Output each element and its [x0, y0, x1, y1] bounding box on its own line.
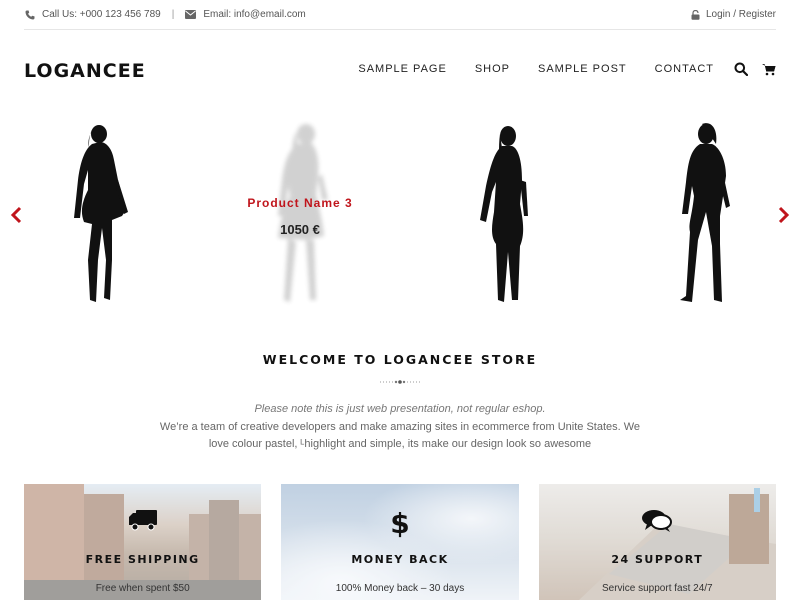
feature-subtitle: 100% Money back – 30 days: [335, 583, 465, 594]
feature-money-back[interactable]: $ MONEY BACK 100% Money back – 30 days: [281, 484, 519, 600]
welcome-description: We’re a team of creative developers and …: [159, 421, 641, 450]
product-image-4[interactable]: [472, 120, 542, 305]
nav-sample-post[interactable]: SAMPLE POST: [538, 63, 627, 75]
main-nav: SAMPLE PAGE SHOP SAMPLE POST CONTACT: [330, 62, 776, 76]
feature-24-support[interactable]: 24 SUPPORT Service support fast 24/7: [538, 484, 776, 600]
product-price: 1050 €: [280, 222, 320, 237]
product-info: Product Name 3 1050 €: [200, 196, 400, 237]
product-slider: Product Name 3 1050 €: [0, 110, 800, 320]
phone-info: Call Us: +000 123 456 789: [24, 9, 161, 20]
lock-icon: [690, 9, 701, 20]
login-text: Login / Register: [705, 9, 776, 20]
nav-shop[interactable]: SHOP: [475, 63, 510, 75]
features-row: FREE SHIPPING Free when spent $50 $ MONE…: [24, 484, 776, 600]
phone-text: Call Us: +000 123 456 789: [42, 9, 161, 20]
slider-next-arrow-icon[interactable]: [776, 206, 790, 224]
welcome-section: WELCOME TO LOGANCEE STORE Please note th…: [0, 352, 800, 453]
feature-subtitle: Service support fast 24/7: [602, 583, 713, 594]
email-text: Email: info@email.com: [203, 9, 306, 20]
feature-free-shipping[interactable]: FREE SHIPPING Free when spent $50: [24, 484, 262, 600]
topbar-separator: |: [171, 9, 175, 20]
feature-subtitle: Free when spent $50: [95, 583, 190, 594]
product-image-1[interactable]: [66, 120, 136, 305]
email-info[interactable]: Email: info@email.com: [185, 9, 306, 20]
site-logo[interactable]: LOGANCEE: [24, 60, 146, 82]
feature-title: 24 SUPPORT: [611, 553, 704, 566]
nav-sample-page[interactable]: SAMPLE PAGE: [358, 63, 446, 75]
product-image-5[interactable]: [672, 120, 742, 305]
cart-icon[interactable]: [762, 63, 776, 76]
phone-icon: [24, 9, 35, 20]
top-bar: Call Us: +000 123 456 789 | Email: info@…: [24, 0, 776, 30]
feature-title: MONEY BACK: [351, 553, 449, 566]
section-divider: [380, 379, 420, 385]
welcome-title: WELCOME TO LOGANCEE STORE: [262, 352, 538, 367]
dollar-icon: $: [281, 508, 518, 538]
svg-text:$: $: [390, 508, 409, 538]
product-name[interactable]: Product Name 3: [200, 196, 400, 210]
truck-icon: [24, 508, 261, 532]
search-icon[interactable]: [734, 62, 748, 76]
feature-title: FREE SHIPPING: [85, 553, 200, 566]
login-register-link[interactable]: Login / Register: [690, 9, 776, 20]
slider-prev-arrow-icon[interactable]: [10, 206, 24, 224]
envelope-icon: [185, 9, 197, 20]
nav-contact[interactable]: CONTACT: [655, 63, 714, 75]
welcome-intro: Please note this is just web presentatio…: [254, 403, 546, 415]
chat-icon: [539, 508, 776, 534]
